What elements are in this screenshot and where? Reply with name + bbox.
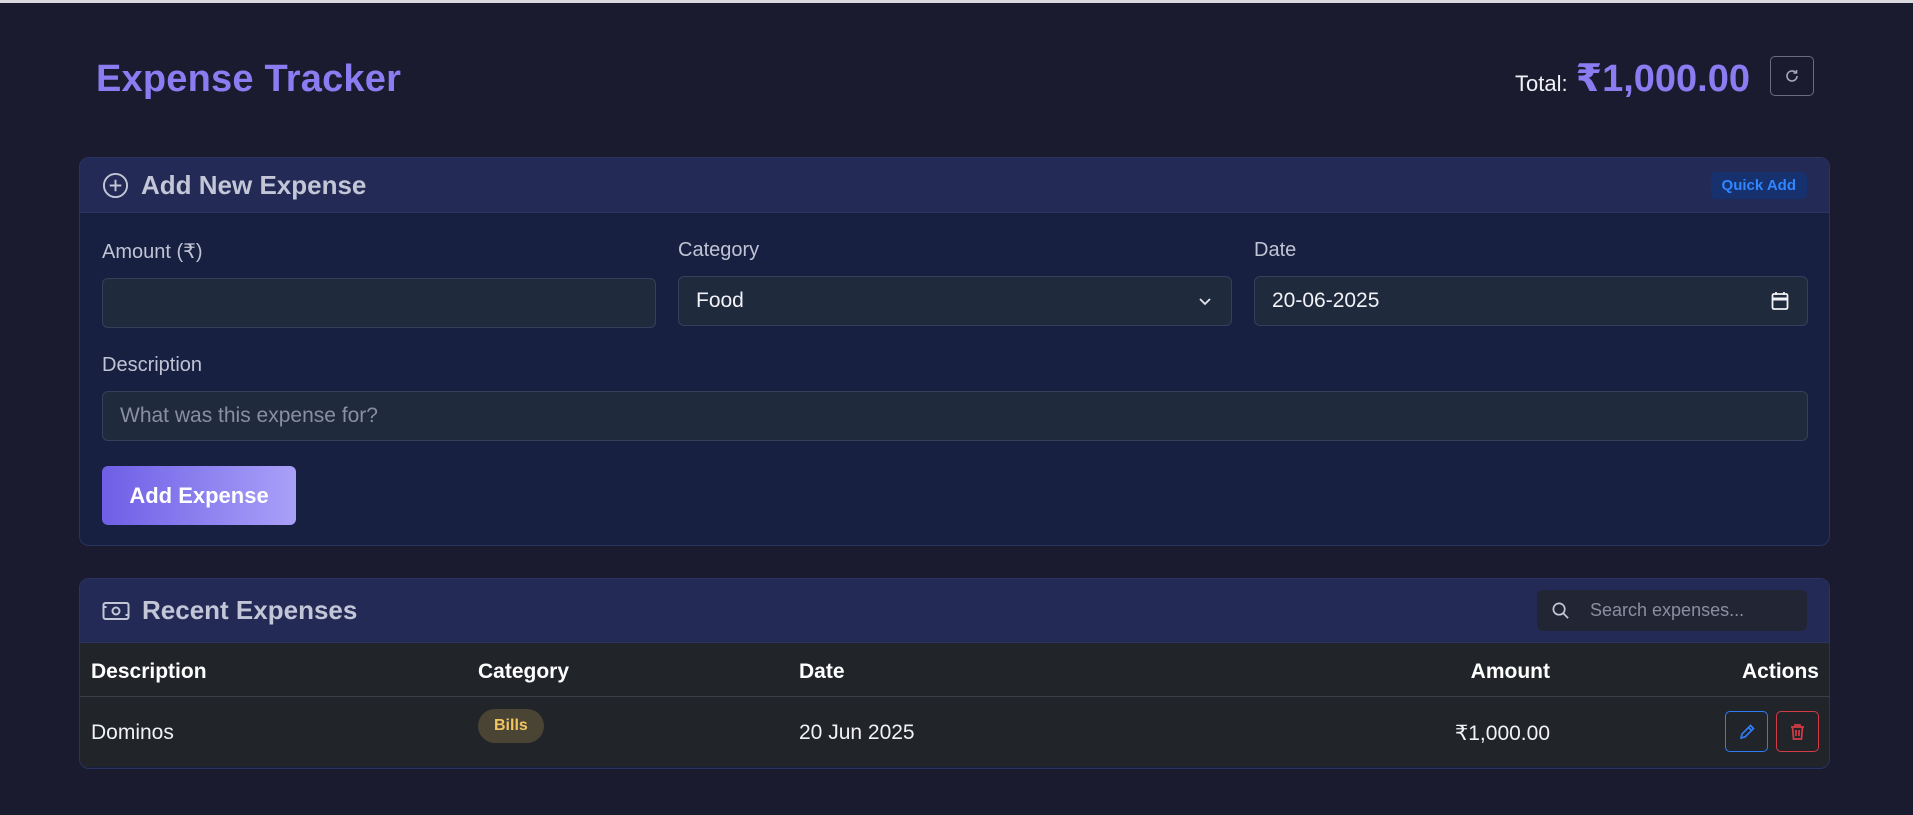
- add-expense-button[interactable]: Add Expense: [102, 466, 296, 525]
- category-badge: Bills: [478, 709, 544, 743]
- refresh-button[interactable]: [1770, 56, 1814, 96]
- date-label: Date: [1254, 239, 1297, 261]
- table-row: Dominos Bills 20 Jun 2025 ₹1,000.00: [80, 697, 1829, 767]
- cash-icon: [102, 601, 130, 620]
- description-field-group: Description What was this expense for?: [102, 354, 1808, 441]
- row-description: Dominos: [91, 721, 174, 744]
- chevron-down-icon: [1199, 298, 1211, 306]
- row-amount: ₹1,000.00: [1454, 722, 1550, 745]
- description-label: Description: [102, 354, 203, 376]
- app-title: Expense Tracker: [96, 58, 402, 100]
- category-value: Food: [696, 289, 744, 312]
- row-date: 20 Jun 2025: [799, 721, 915, 744]
- column-actions: Actions: [1741, 660, 1819, 683]
- refresh-icon: [1786, 70, 1798, 82]
- date-field-group: Date 20-06-2025: [1254, 239, 1808, 326]
- app-header: Expense Tracker Total: ₹1,000.00: [96, 52, 1814, 112]
- add-expense-header: Add New Expense Quick Add: [80, 158, 1829, 213]
- amount-input[interactable]: [102, 278, 656, 328]
- column-date: Date: [799, 660, 845, 683]
- column-description: Description: [91, 660, 207, 683]
- edit-button[interactable]: [1725, 711, 1768, 752]
- amount-field-group: Amount (₹): [102, 239, 656, 328]
- search-placeholder: Search expenses...: [1590, 600, 1745, 620]
- trash-icon: [1791, 723, 1804, 740]
- date-input[interactable]: 20-06-2025: [1254, 276, 1808, 326]
- pencil-icon: [1739, 723, 1755, 739]
- plus-circle-icon: [102, 172, 129, 198]
- category-field-group: Category Food: [678, 239, 1232, 326]
- top-border: [0, 0, 1913, 3]
- add-expense-card: Add New Expense Quick Add Amount (₹) Cat…: [79, 157, 1830, 546]
- search-input[interactable]: Search expenses...: [1537, 590, 1807, 631]
- description-input[interactable]: What was this expense for?: [102, 391, 1808, 441]
- total-summary: Total: ₹1,000.00: [1515, 56, 1750, 101]
- add-expense-form: Amount (₹) Category Food Date 20-06-2025: [80, 213, 1829, 545]
- recent-expenses-card: Recent Expenses Search expenses... Descr…: [79, 578, 1830, 769]
- column-amount: Amount: [1470, 660, 1550, 683]
- recent-expenses-header: Recent Expenses Search expenses...: [80, 579, 1829, 643]
- description-placeholder: What was this expense for?: [120, 404, 378, 427]
- add-expense-title: Add New Expense: [141, 169, 367, 200]
- row-actions: [1725, 697, 1819, 767]
- recent-expenses-title: Recent Expenses: [142, 595, 358, 625]
- total-label: Total:: [1515, 71, 1568, 96]
- column-category: Category: [478, 660, 570, 683]
- amount-label: Amount (₹): [102, 241, 203, 263]
- calendar-icon[interactable]: [1771, 291, 1789, 311]
- category-select[interactable]: Food: [678, 276, 1232, 326]
- delete-button[interactable]: [1776, 711, 1819, 752]
- search-icon: [1552, 602, 1569, 619]
- quick-add-badge: Quick Add: [1710, 172, 1807, 199]
- category-label: Category: [678, 239, 760, 261]
- expenses-table: Description Category Date Amount Actions…: [80, 643, 1829, 767]
- date-value: 20-06-2025: [1272, 289, 1380, 312]
- table-header: Description Category Date Amount Actions: [80, 643, 1829, 697]
- total-value: ₹1,000.00: [1575, 58, 1750, 100]
